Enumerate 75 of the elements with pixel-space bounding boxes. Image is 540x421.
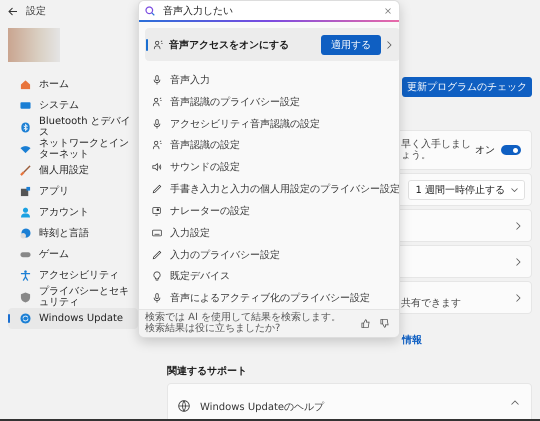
shield-icon: [20, 292, 31, 302]
lightbulb-icon: [152, 271, 162, 282]
accessibility-icon: [20, 270, 31, 281]
search-result[interactable]: サウンドの設定: [145, 156, 399, 178]
search-result[interactable]: 既定デバイス: [145, 265, 399, 288]
narrator-icon: [152, 206, 162, 216]
speaker-icon: [152, 162, 162, 172]
top-result[interactable]: 音声アクセスをオンにする 適用する: [145, 28, 399, 62]
top-result-label: 音声アクセスをオンにする: [169, 38, 290, 52]
help-title: Windows Updateのヘルプ: [200, 400, 324, 414]
sidebar-item[interactable]: 個人用設定: [8, 160, 138, 181]
gamepad-icon: [20, 249, 31, 260]
sidebar-item[interactable]: ホーム: [8, 74, 138, 95]
search-result[interactable]: 手書き入力と入力の個人用設定のプライバシー設定: [145, 178, 399, 200]
sidebar-item[interactable]: ネットワークとインターネット: [8, 138, 138, 160]
keyboard-icon: [152, 228, 162, 238]
check-updates-button[interactable]: 更新プログラムのチェック: [402, 77, 532, 97]
pause-dropdown[interactable]: 1 週間一時停止する: [408, 180, 525, 200]
sidebar-item[interactable]: アカウント: [8, 202, 138, 223]
toggle-switch[interactable]: [501, 145, 521, 155]
sidebar-item[interactable]: システム: [8, 95, 138, 116]
pen-icon: [152, 184, 162, 194]
back-arrow-icon[interactable]: [8, 6, 18, 16]
help-card[interactable]: Windows Updateのヘルプ: [167, 383, 532, 419]
sidebar-item[interactable]: 時刻と言語: [8, 223, 138, 244]
search-result[interactable]: アクセシビリティ音声認識の設定: [145, 112, 399, 135]
chevron-right-icon: [516, 294, 521, 302]
thumbs-down-icon[interactable]: [380, 318, 389, 328]
apps-icon: [20, 186, 31, 197]
apply-button[interactable]: 適用する: [321, 34, 381, 55]
sidebar-item[interactable]: Windows Update: [8, 308, 138, 329]
card-description: 共有できます: [401, 298, 462, 309]
search-result[interactable]: 音声認識の設定: [145, 134, 399, 156]
chevron-down-icon: [511, 188, 518, 192]
globe-clock-icon: [20, 228, 31, 239]
search-field[interactable]: 音声入力したい: [139, 1, 399, 20]
photo-placeholder: [8, 28, 60, 62]
microphone-icon: [152, 75, 162, 86]
search-icon: [145, 6, 155, 16]
person-icon: [20, 207, 31, 218]
home-icon: [20, 79, 31, 90]
feedback-text: 検索では AI を使用して結果を検索します。検索結果は役に立ちましたか?: [145, 312, 342, 334]
search-result[interactable]: 入力のプライバシー設定: [145, 244, 399, 266]
bluetooth-icon: [20, 122, 31, 132]
brush-icon: [20, 165, 31, 176]
wifi-icon: [20, 144, 31, 154]
close-icon[interactable]: [385, 8, 391, 14]
sidebar-item[interactable]: アプリ: [8, 181, 138, 202]
sidebar-item[interactable]: プライバシーとセキュリティ: [8, 286, 138, 308]
card-description: 早く入手しましょう。: [401, 139, 472, 161]
app-title: 設定: [26, 4, 46, 18]
person-voice-icon: [152, 96, 162, 107]
monitor-icon: [20, 100, 31, 111]
person-voice-icon: [153, 40, 163, 50]
pen-icon: [152, 250, 162, 260]
microphone-icon: [152, 293, 162, 304]
chevron-right-icon: [516, 258, 521, 266]
toggle-state: オン: [475, 144, 495, 157]
search-result[interactable]: 入力設定: [145, 222, 399, 244]
person-voice-icon: [152, 140, 162, 150]
thumbs-up-icon[interactable]: [361, 318, 370, 328]
sidebar-item[interactable]: アクセシビリティ: [8, 265, 138, 286]
microphone-icon: [152, 118, 162, 129]
sidebar-item[interactable]: ゲーム: [8, 244, 138, 265]
sidebar-item[interactable]: Bluetooth とデバイス: [8, 116, 138, 138]
section-heading: 関連するサポート: [167, 364, 248, 378]
search-result[interactable]: 音声入力: [145, 69, 399, 91]
search-result[interactable]: ナレーターの設定: [145, 200, 399, 222]
info-link[interactable]: 情報: [402, 333, 532, 347]
chevron-right-icon: [516, 222, 521, 230]
search-result[interactable]: 音声認識のプライバシー設定: [145, 90, 399, 113]
globe-icon: [178, 400, 190, 412]
sync-icon: [20, 313, 31, 324]
chevron-right-icon: [387, 40, 392, 49]
search-result[interactable]: 音声によるアクティブ化のプライバシー設定: [145, 287, 399, 310]
